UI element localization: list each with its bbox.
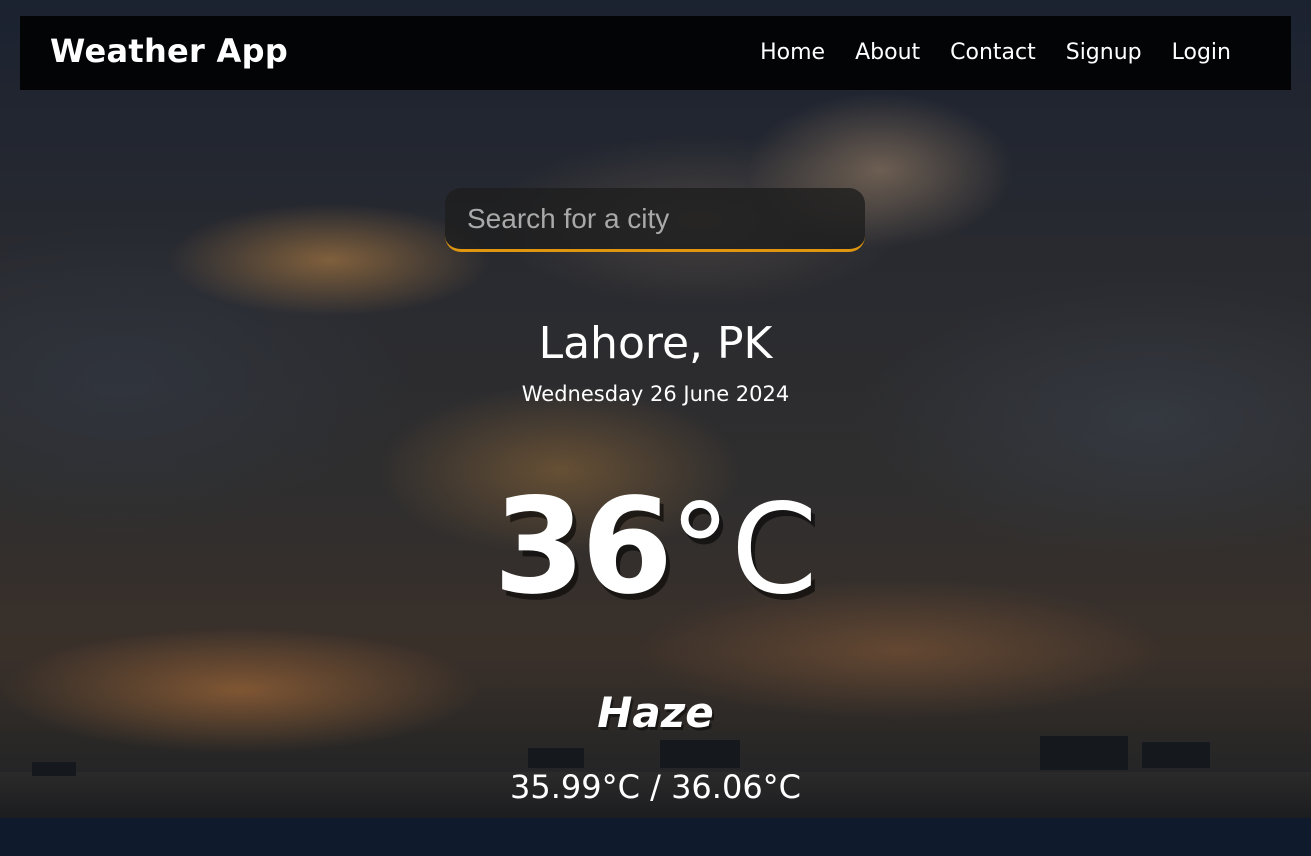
weather-page: Weather App Home About Contact Signup Lo…: [0, 0, 1311, 856]
current-date: Wednesday 26 June 2024: [521, 382, 790, 406]
min-max-temperature: 35.99°C / 36.06°C: [509, 768, 802, 806]
nav-link-about[interactable]: About: [855, 40, 920, 65]
ship-silhouette: [660, 740, 740, 768]
temperature-display: 36°C: [0, 470, 1311, 624]
nav-link-home[interactable]: Home: [760, 40, 825, 65]
nav-links: Home About Contact Signup Login: [760, 40, 1231, 65]
brand-logo[interactable]: Weather App: [50, 32, 288, 70]
nav-link-signup[interactable]: Signup: [1066, 40, 1142, 65]
navbar: Weather App Home About Contact Signup Lo…: [20, 16, 1291, 90]
nav-link-contact[interactable]: Contact: [950, 40, 1036, 65]
location-title: Lahore, PK: [538, 318, 773, 369]
page-bottom-strip: [0, 818, 1311, 856]
ship-silhouette: [1142, 742, 1210, 768]
ship-silhouette: [1040, 736, 1128, 770]
ship-silhouette: [528, 748, 584, 768]
nav-link-login[interactable]: Login: [1172, 40, 1231, 65]
temperature-unit: °C: [669, 478, 818, 622]
weather-condition: Haze: [597, 688, 714, 737]
temperature-value: 36: [493, 470, 673, 624]
city-search-input[interactable]: [445, 188, 865, 252]
